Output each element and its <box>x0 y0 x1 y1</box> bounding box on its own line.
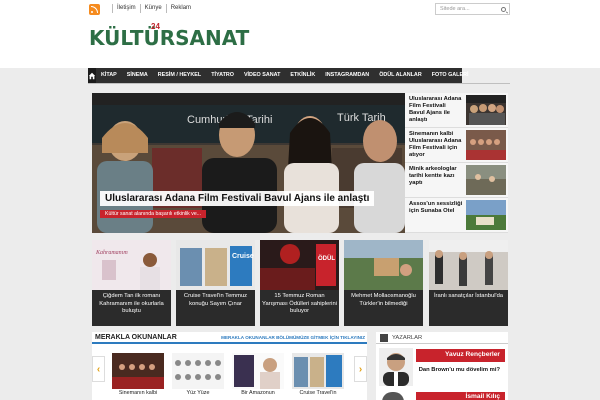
headline-thumbnail <box>466 165 506 195</box>
search-icon[interactable] <box>501 7 506 12</box>
chevron-left-icon: ‹ <box>96 363 101 375</box>
site-header: İletişim Künye Reklam Sitede ara... KÜLT… <box>0 0 600 68</box>
most-read-thumbnail[interactable] <box>292 353 344 389</box>
nav-item-sinema[interactable]: SİNEMA <box>122 68 153 83</box>
nav-item-video-sanat[interactable]: VİDEO SANAT <box>239 68 285 83</box>
most-read-item[interactable]: Bir Amazonun <box>230 390 286 396</box>
top-link-contact[interactable]: İletişim <box>112 4 140 13</box>
most-read-link[interactable]: MERAKLA OKUNANLAR BÖLÜMÜMÜZE GİTMEK İÇİN… <box>221 335 365 340</box>
card-title: 15 Temmuz Roman Yarışması Ödülleri sahip… <box>262 293 337 314</box>
author-article-title[interactable]: Dan Brown'u mu dövelim mi? <box>416 366 505 374</box>
news-card[interactable]: ÖDÜL 15 Temmuz Roman Yarışması Ödülleri … <box>260 240 339 326</box>
card-thumbnail <box>344 240 423 290</box>
authors-icon <box>380 334 388 342</box>
hero-headline[interactable]: Uluslararası Adana Film Festivali Bavul … <box>100 191 375 206</box>
most-read-thumbnail[interactable] <box>172 353 224 389</box>
rss-icon[interactable] <box>89 4 100 15</box>
card-thumb-text: ÖDÜL <box>318 255 335 262</box>
headline-item[interactable]: Sinemanın kalbi Uluslararası Adana Film … <box>405 128 508 163</box>
news-card[interactable]: Mehmet Mollaosmanoğlu Türkler'in bilmedi… <box>344 240 423 326</box>
headline-title: Sinemanın kalbi Uluslararası Adana Film … <box>409 131 462 158</box>
nav-item-resim-heykel[interactable]: RESİM / HEYKEL <box>153 68 206 83</box>
most-read-item[interactable]: Yüz Yüze <box>170 390 226 396</box>
headline-item[interactable]: Uluslararası Adana Film Festivali Bavul … <box>405 93 508 128</box>
main-navigation: KİTAP SİNEMA RESİM / HEYKEL TİYATRO VİDE… <box>88 68 468 83</box>
author-avatar[interactable] <box>379 348 413 386</box>
headline-item[interactable]: Assos'un sessizliği için Sunaba Otel <box>405 198 508 233</box>
nav-item-kitap[interactable]: KİTAP <box>96 68 122 83</box>
nav-item-instagramdan[interactable]: INSTAGRAMDAN <box>320 68 374 83</box>
headline-thumbnail <box>466 200 506 230</box>
news-card[interactable]: İranlı sanatçılar İstanbul'da <box>429 240 508 326</box>
search-input[interactable]: Sitede ara... <box>435 3 510 15</box>
page: İletişim Künye Reklam Sitede ara... KÜLT… <box>0 0 600 400</box>
carousel-next-button[interactable]: › <box>354 356 367 382</box>
most-read-section: MERAKLA OKUNANLAR MERAKLA OKUNANLAR BÖLÜ… <box>92 332 367 400</box>
nav-item-tiyatro[interactable]: TİYATRO <box>206 68 239 83</box>
hero-summary[interactable]: Kültür sanat alanında başarılı etkinlik … <box>100 210 207 218</box>
most-read-thumbnail[interactable] <box>232 353 284 389</box>
top-link-imprint[interactable]: Künye <box>139 4 166 13</box>
chevron-right-icon: › <box>358 363 363 375</box>
card-thumb-text: Cruise <box>232 253 254 260</box>
card-title: Çiğdem Tan ilk romanı Kahramanım ile oku… <box>99 293 164 314</box>
nav-item-etkinlik[interactable]: ETKİNLİK <box>285 68 320 83</box>
top-link-ads[interactable]: Reklam <box>165 4 195 13</box>
news-card[interactable]: Cruise Cruise Travel'in Temmuz konuğu Sa… <box>176 240 255 326</box>
top-links: İletişim Künye Reklam <box>112 4 195 13</box>
headline-title: Minik arkeologlar tarihi kentte kazı yap… <box>409 166 457 186</box>
headline-thumbnail <box>466 130 506 160</box>
author-avatar[interactable] <box>382 392 404 400</box>
home-icon[interactable] <box>88 68 96 83</box>
card-thumbnail: Cruise <box>176 240 255 290</box>
most-read-item[interactable]: Cruise Travel'in <box>290 390 346 396</box>
nav-item-odul-alanlar[interactable]: ÖDÜL ALANLAR <box>374 68 427 83</box>
most-read-title: MERAKLA OKUNANLAR <box>95 334 177 341</box>
author-name[interactable]: Yavuz Rençberler <box>416 349 505 362</box>
card-thumbnail: Kahramanım <box>92 240 171 290</box>
nav-item-foto-galeri[interactable]: FOTO GALERİ <box>427 68 474 83</box>
card-thumbnail: ÖDÜL <box>260 240 339 290</box>
authors-title: YAZARLAR <box>392 335 423 341</box>
search-placeholder: Sitede ara... <box>440 6 470 12</box>
hero-slider[interactable]: Cumhuriyet Tarihi Türk Tarih Uluslararas… <box>92 93 405 233</box>
authors-header: YAZARLAR <box>376 332 508 344</box>
logo-number: 24 <box>151 22 160 31</box>
headline-list: Uluslararası Adana Film Festivali Bavul … <box>405 93 508 233</box>
card-thumbnail <box>429 240 508 290</box>
most-read-thumbnail[interactable] <box>112 353 164 389</box>
authors-section: YAZARLAR Yavuz Rençberler Dan Brown'u mu… <box>376 332 508 400</box>
headline-thumbnail <box>466 95 506 125</box>
carousel-prev-button[interactable]: ‹ <box>92 356 105 382</box>
news-cards: Kahramanım Çiğdem Tan ilk romanı Kahrama… <box>92 240 508 326</box>
headline-item[interactable]: Minik arkeologlar tarihi kentte kazı yap… <box>405 163 508 198</box>
card-thumb-text: Kahramanım <box>95 250 128 256</box>
author-name[interactable]: İsmail Kılıç <box>416 392 505 400</box>
headline-title: Assos'un sessizliği için Sunaba Otel <box>409 201 463 214</box>
card-title: İranlı sanatçılar İstanbul'da <box>433 293 504 299</box>
news-card[interactable]: Kahramanım Çiğdem Tan ilk romanı Kahrama… <box>92 240 171 326</box>
card-title: Cruise Travel'in Temmuz konuğu Sayım Çın… <box>183 293 248 307</box>
headline-title: Uluslararası Adana Film Festivali Bavul … <box>409 96 462 123</box>
site-logo[interactable]: KÜLTÜRSANAT 24 <box>89 22 250 50</box>
card-title: Mehmet Mollaosmanoğlu Türkler'in bilmedi… <box>351 293 416 307</box>
most-read-header: MERAKLA OKUNANLAR MERAKLA OKUNANLAR BÖLÜ… <box>92 332 367 344</box>
nav-divider <box>88 83 510 84</box>
most-read-item[interactable]: Sinemanın kalbi <box>110 390 166 396</box>
logo-text: KÜLTÜRSANAT <box>89 26 250 50</box>
